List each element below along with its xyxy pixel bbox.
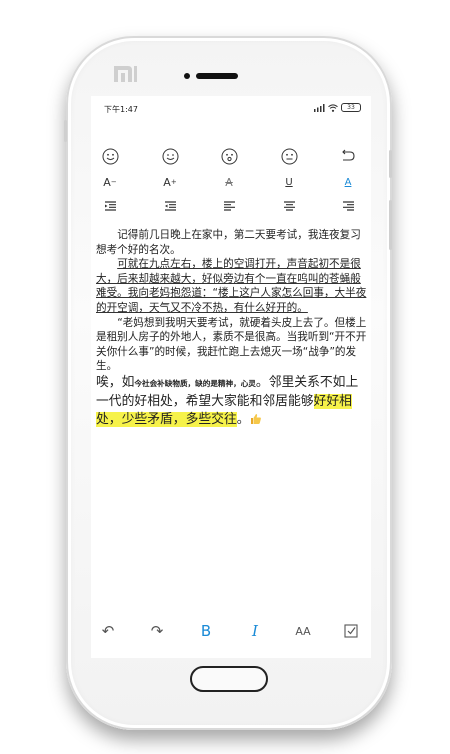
font-smaller-button[interactable]: A − [98, 172, 122, 192]
note-content[interactable]: 记得前几日晚上在家中，第二天要考试，我连夜复习想考个好的名次。 可就在九点左右，… [96, 228, 368, 429]
strikethrough-label: A [225, 175, 233, 189]
signal-icon [314, 103, 325, 112]
home-button[interactable] [190, 666, 268, 692]
battery-icon: 33 [341, 103, 361, 112]
screen: 下午1:47 33 A − A + A U A 记得前几日晚上在家中，第二天要考… [91, 96, 371, 658]
italic-button[interactable]: I [243, 620, 267, 642]
status-icons: 33 [313, 103, 361, 112]
italic-label: I [252, 622, 258, 640]
note-paragraph-2: 可就在九点左右，楼上的空调打开，声音起初不是很大，后来却越来越大，好似旁边有个一… [96, 258, 367, 314]
neutral-icon[interactable] [277, 146, 301, 166]
text-color-label: A [344, 176, 352, 188]
note-paragraph-4: 唉，如今社会补缺物质，缺的是精神，心灵。邻里关系不如上一代的好相处，希望大家能和… [96, 374, 368, 429]
status-time: 下午1:47 [104, 105, 138, 114]
phone-side-button [389, 150, 392, 178]
battery-level: 33 [347, 104, 355, 111]
note-p4-start: 唉，如 [96, 374, 135, 390]
smile-icon[interactable] [98, 146, 122, 166]
thumbs-up-emoji-icon [250, 414, 261, 425]
undo-button[interactable]: ↶ [96, 620, 120, 642]
surprised-icon[interactable] [217, 146, 241, 166]
font-size-label: AA [295, 624, 311, 638]
redo-button[interactable]: ↷ [145, 620, 169, 642]
note-paragraph-3: “老妈想到我明天要考试，就硬着头皮上去了。但楼上是租别人房子的外地人，素质不是很… [96, 316, 367, 373]
emoji-toolbar [91, 146, 371, 166]
align-center-icon[interactable] [277, 196, 301, 216]
underline-label: U [285, 176, 293, 188]
wifi-icon [328, 103, 338, 112]
undo-icon: ↶ [101, 622, 115, 640]
indent-increase-icon[interactable] [158, 196, 182, 216]
bold-button[interactable]: B [194, 620, 218, 642]
redo-icon: ↷ [150, 622, 164, 640]
align-right-icon[interactable] [336, 196, 360, 216]
checkbox-icon [344, 624, 358, 638]
earpiece [196, 73, 238, 79]
grin-icon[interactable] [158, 146, 182, 166]
front-camera [184, 73, 190, 79]
align-left-icon[interactable] [217, 196, 241, 216]
bottom-toolbar: ↶ ↷ B I AA [91, 620, 371, 642]
phone-side-button [389, 200, 392, 250]
font-smaller-label: A [103, 175, 111, 189]
text-color-button[interactable]: A [336, 172, 360, 192]
undo-arrow-icon[interactable] [336, 146, 360, 166]
font-size-button[interactable]: AA [291, 620, 315, 642]
format-toolbar: A − A + A U A [91, 172, 371, 192]
mi-logo [114, 66, 137, 82]
note-p4-end: 。 [236, 411, 250, 427]
underline-button[interactable]: U [277, 172, 301, 192]
strikethrough-button[interactable]: A [217, 172, 241, 192]
bold-label: B [200, 622, 212, 640]
alignment-toolbar [91, 196, 371, 216]
font-larger-label: A [163, 175, 171, 189]
phone-side-button [64, 120, 67, 142]
font-larger-button[interactable]: A + [158, 172, 182, 192]
note-p4-bold: 今社会补缺物质，缺的是精神，心灵 [134, 378, 256, 388]
note-paragraph-1: 记得前几日晚上在家中，第二天要考试，我连夜复习想考个好的名次。 [96, 229, 361, 256]
indent-decrease-icon[interactable] [98, 196, 122, 216]
status-bar: 下午1:47 33 [91, 96, 371, 122]
checklist-button[interactable] [339, 620, 363, 642]
